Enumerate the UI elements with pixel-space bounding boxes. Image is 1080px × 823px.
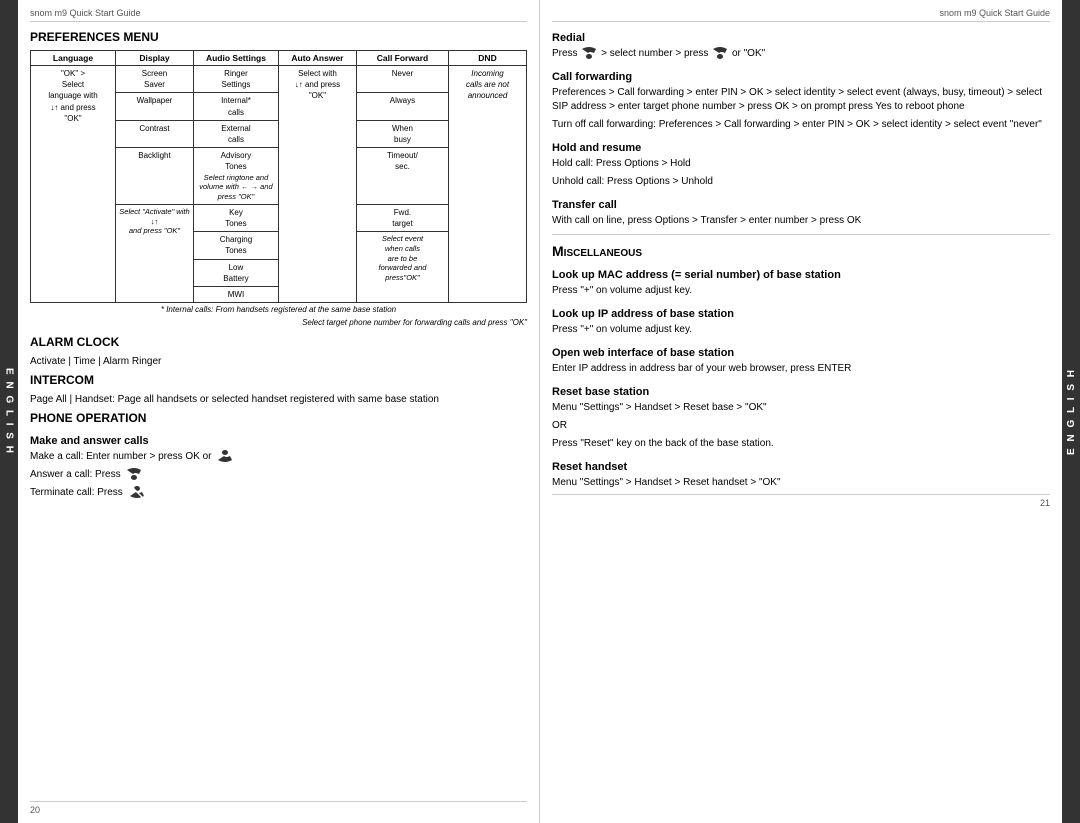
call-forwarding-body1: Preferences > Call forwarding > enter PI… xyxy=(552,86,1050,114)
preferences-menu-title: Preferences Menu xyxy=(30,30,527,44)
terminate-call-line: Terminate call: Press xyxy=(30,486,527,500)
transfer-call-section: Transfer call With call on line, press O… xyxy=(552,199,1050,228)
select-target-note: Select target phone number for forwardin… xyxy=(30,318,527,327)
left-side-tab: E N G L I S H xyxy=(0,0,18,823)
intercom-title: Intercom xyxy=(30,373,527,387)
miscellaneous-section: Miscellaneous Look up MAC address (= ser… xyxy=(552,243,1050,490)
make-call-line: Make a call: Enter number > press OK or xyxy=(30,450,527,464)
redial-title: Redial xyxy=(552,32,1050,44)
reset-handset-section: Reset handset Menu "Settings" > Handset … xyxy=(552,461,1050,490)
col-header-auto-answer: Auto Answer xyxy=(278,51,356,66)
reset-base-section: Reset base station Menu "Settings" > Han… xyxy=(552,386,1050,451)
end-call-icon xyxy=(128,486,146,498)
make-answer-title: Make and answer calls xyxy=(30,435,527,447)
answer-icon xyxy=(125,468,143,480)
right-page-footer: 21 xyxy=(552,494,1050,508)
audio-mwi: MWI xyxy=(193,286,278,302)
phone-operation-title: Phone Operation xyxy=(30,411,527,425)
right-page-header: snom m9 Quick Start Guide xyxy=(552,8,1050,22)
display-backlight: Backlight xyxy=(116,148,194,205)
display-note-cell: Select "Activate" with ↓↑and press "OK" xyxy=(116,204,194,302)
display-screensaver: ScreenSaver xyxy=(116,66,194,93)
call-fwd-never: Never xyxy=(356,66,448,93)
call-fwd-when-busy: Whenbusy xyxy=(356,120,448,147)
right-panel: snom m9 Quick Start Guide Redial Press >… xyxy=(540,0,1062,823)
hold-body1: Hold call: Press Options > Hold xyxy=(552,157,1050,171)
call-fwd-select-event: Select eventwhen callsare to beforwarded… xyxy=(356,232,448,303)
redial-call-icon xyxy=(580,47,598,59)
mac-address-body: Press "+" on volume adjust key. xyxy=(552,284,1050,298)
call-forwarding-body2: Turn off call forwarding: Preferences > … xyxy=(552,118,1050,132)
left-panel: snom m9 Quick Start Guide Preferences Me… xyxy=(18,0,540,823)
col-header-dnd: DND xyxy=(449,51,527,66)
left-page-header: snom m9 Quick Start Guide xyxy=(30,8,527,22)
col-header-language: Language xyxy=(31,51,116,66)
display-contrast: Contrast xyxy=(116,120,194,147)
redial-section: Redial Press > select number > press or … xyxy=(552,32,1050,61)
preferences-diagram: Language Display Audio Settings Auto Ans… xyxy=(30,50,527,327)
ip-address-section: Look up IP address of base station Press… xyxy=(552,308,1050,337)
pref-table-footer-row: * Internal calls: From handsets register… xyxy=(31,303,527,317)
hold-body2: Unhold call: Press Options > Unhold xyxy=(552,175,1050,189)
audio-external: Externalcalls xyxy=(193,120,278,147)
left-page-footer: 20 xyxy=(30,801,527,815)
audio-low-battery: LowBattery xyxy=(193,259,278,286)
reset-base-or: OR xyxy=(552,419,1050,433)
transfer-call-title: Transfer call xyxy=(552,199,1050,211)
mac-address-section: Look up MAC address (= serial number) of… xyxy=(552,269,1050,298)
mac-address-title: Look up MAC address (= serial number) of… xyxy=(552,269,1050,281)
redial-press-icon xyxy=(711,47,729,59)
intercom-section: Intercom Page All | Handset: Page all ha… xyxy=(30,373,527,411)
alarm-clock-title: Alarm Clock xyxy=(30,335,527,349)
transfer-call-body: With call on line, press Options > Trans… xyxy=(552,214,1050,228)
call-fwd-target: Fwd.target xyxy=(356,204,448,231)
web-interface-body: Enter IP address in address bar of your … xyxy=(552,362,1050,376)
alarm-clock-body: Activate | Time | Alarm Ringer xyxy=(30,355,527,369)
call-fwd-always: Always xyxy=(356,93,448,120)
alarm-clock-section: Alarm Clock Activate | Time | Alarm Ring… xyxy=(30,335,527,373)
preferences-table: Language Display Audio Settings Auto Ans… xyxy=(30,50,527,316)
auto-answer-cell: Select with↓↑ and press"OK" xyxy=(278,66,356,303)
call-fwd-timeout: Timeout/sec. xyxy=(356,148,448,205)
call-icon xyxy=(216,450,234,462)
reset-base-line1: Menu "Settings" > Handset > Reset base >… xyxy=(552,401,1050,415)
audio-key-tones: KeyTones xyxy=(193,204,278,231)
misc-title: Miscellaneous xyxy=(552,243,1050,259)
lang-cell: "OK" >Selectlanguage with↓↑ and press"OK… xyxy=(31,66,116,303)
divider xyxy=(552,234,1050,235)
table-header-row: Language Display Audio Settings Auto Ans… xyxy=(31,51,527,66)
col-header-call-forward: Call Forward xyxy=(356,51,448,66)
audio-internal: Internal*calls xyxy=(193,93,278,120)
audio-advisory: AdvisoryTones Select ringtone and volume… xyxy=(193,148,278,205)
reset-base-line3: Press "Reset" key on the back of the bas… xyxy=(552,437,1050,451)
reset-handset-title: Reset handset xyxy=(552,461,1050,473)
dnd-cell: Incomingcalls are notannounced xyxy=(449,66,527,303)
call-forwarding-title: Call forwarding xyxy=(552,71,1050,83)
internal-calls-note: * Internal calls: From handsets register… xyxy=(31,303,527,317)
web-interface-section: Open web interface of base station Enter… xyxy=(552,347,1050,376)
hold-resume-section: Hold and resume Hold call: Press Options… xyxy=(552,142,1050,189)
audio-ringer: RingerSettings xyxy=(193,66,278,93)
phone-operation-section: Phone Operation Make and answer calls Ma… xyxy=(30,411,527,504)
hold-resume-title: Hold and resume xyxy=(552,142,1050,154)
intercom-body: Page All | Handset: Page all handsets or… xyxy=(30,393,527,407)
display-wallpaper: Wallpaper xyxy=(116,93,194,120)
audio-charging: ChargingTones xyxy=(193,232,278,259)
ip-address-title: Look up IP address of base station xyxy=(552,308,1050,320)
right-side-tab: E N G L I S H xyxy=(1062,0,1080,823)
reset-handset-body: Menu "Settings" > Handset > Reset handse… xyxy=(552,476,1050,490)
pref-table-row-1: "OK" >Selectlanguage with↓↑ and press"OK… xyxy=(31,66,527,93)
call-forwarding-section: Call forwarding Preferences > Call forwa… xyxy=(552,71,1050,132)
ip-address-body: Press "+" on volume adjust key. xyxy=(552,323,1050,337)
web-interface-title: Open web interface of base station xyxy=(552,347,1050,359)
col-header-audio: Audio Settings xyxy=(193,51,278,66)
answer-call-line: Answer a call: Press xyxy=(30,468,527,482)
reset-base-title: Reset base station xyxy=(552,386,1050,398)
col-header-display: Display xyxy=(116,51,194,66)
redial-body: Press > select number > press or "OK" xyxy=(552,47,1050,61)
